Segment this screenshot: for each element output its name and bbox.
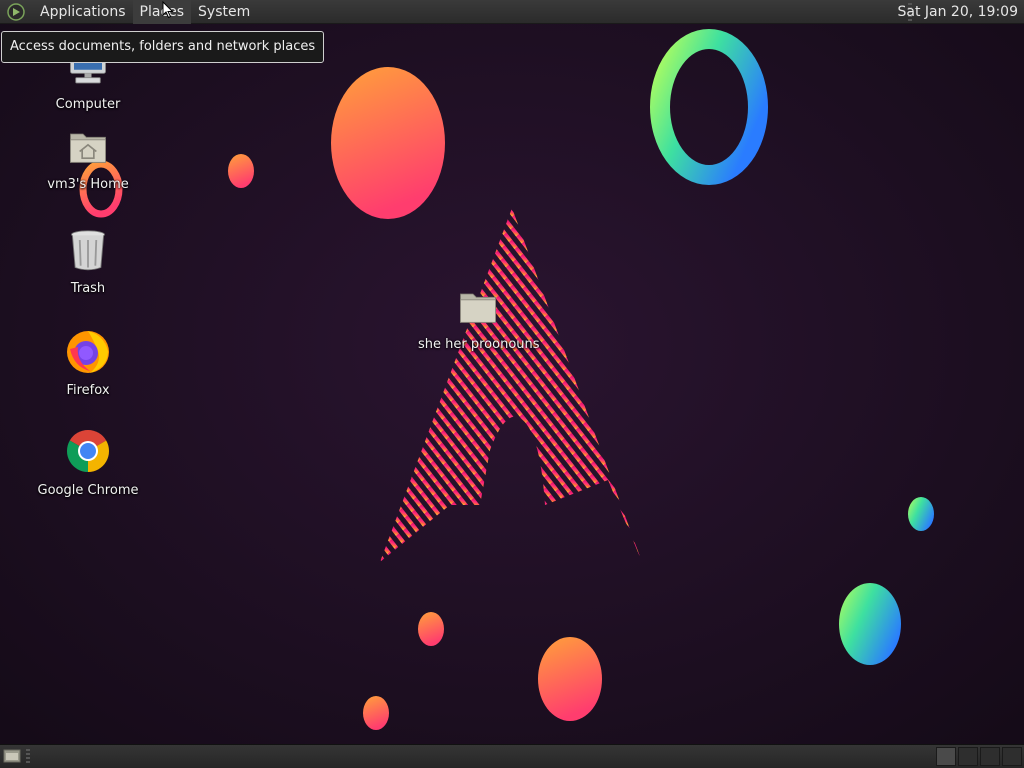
trash-label: Trash bbox=[70, 281, 106, 296]
folder-desktop-icon[interactable]: she her proonouns bbox=[418, 289, 540, 352]
applications-menu[interactable]: Applications bbox=[33, 0, 133, 24]
bottom-panel bbox=[0, 744, 1024, 768]
firefox-desktop-icon[interactable]: Firefox bbox=[28, 327, 148, 398]
workspace-4[interactable] bbox=[1002, 747, 1022, 766]
places-tooltip: Access documents, folders and network pl… bbox=[1, 31, 325, 63]
chrome-desktop-icon[interactable]: Google Chrome bbox=[28, 427, 148, 498]
workspace-3[interactable] bbox=[980, 747, 1000, 766]
chrome-icon bbox=[66, 430, 110, 472]
desktop-wallpaper bbox=[0, 0, 1024, 768]
workspace-1[interactable] bbox=[936, 747, 956, 766]
clock[interactable]: Sat Jan 20, 19:09 bbox=[898, 0, 1019, 24]
firefox-label: Firefox bbox=[66, 383, 110, 398]
panel-grip[interactable] bbox=[26, 749, 30, 764]
trash-icon bbox=[71, 230, 105, 271]
top-panel: Applications Places System Sat Jan 20, 1… bbox=[0, 0, 1024, 24]
computer-label: Computer bbox=[55, 97, 121, 112]
home-folder-icon bbox=[70, 133, 106, 163]
firefox-icon bbox=[67, 331, 109, 373]
folder-icon bbox=[460, 293, 496, 323]
mouse-pointer-icon bbox=[162, 1, 174, 19]
show-desktop-icon[interactable] bbox=[3, 748, 21, 764]
folder-label: she her proonouns bbox=[418, 337, 540, 352]
chrome-label: Google Chrome bbox=[37, 483, 139, 498]
system-menu[interactable]: System bbox=[191, 0, 257, 24]
home-label: vm3's Home bbox=[47, 177, 129, 192]
trash-desktop-icon[interactable]: Trash bbox=[28, 229, 148, 296]
menu-logo-icon[interactable] bbox=[7, 2, 25, 21]
workspace-2[interactable] bbox=[958, 747, 978, 766]
home-desktop-icon[interactable]: vm3's Home bbox=[28, 129, 148, 192]
